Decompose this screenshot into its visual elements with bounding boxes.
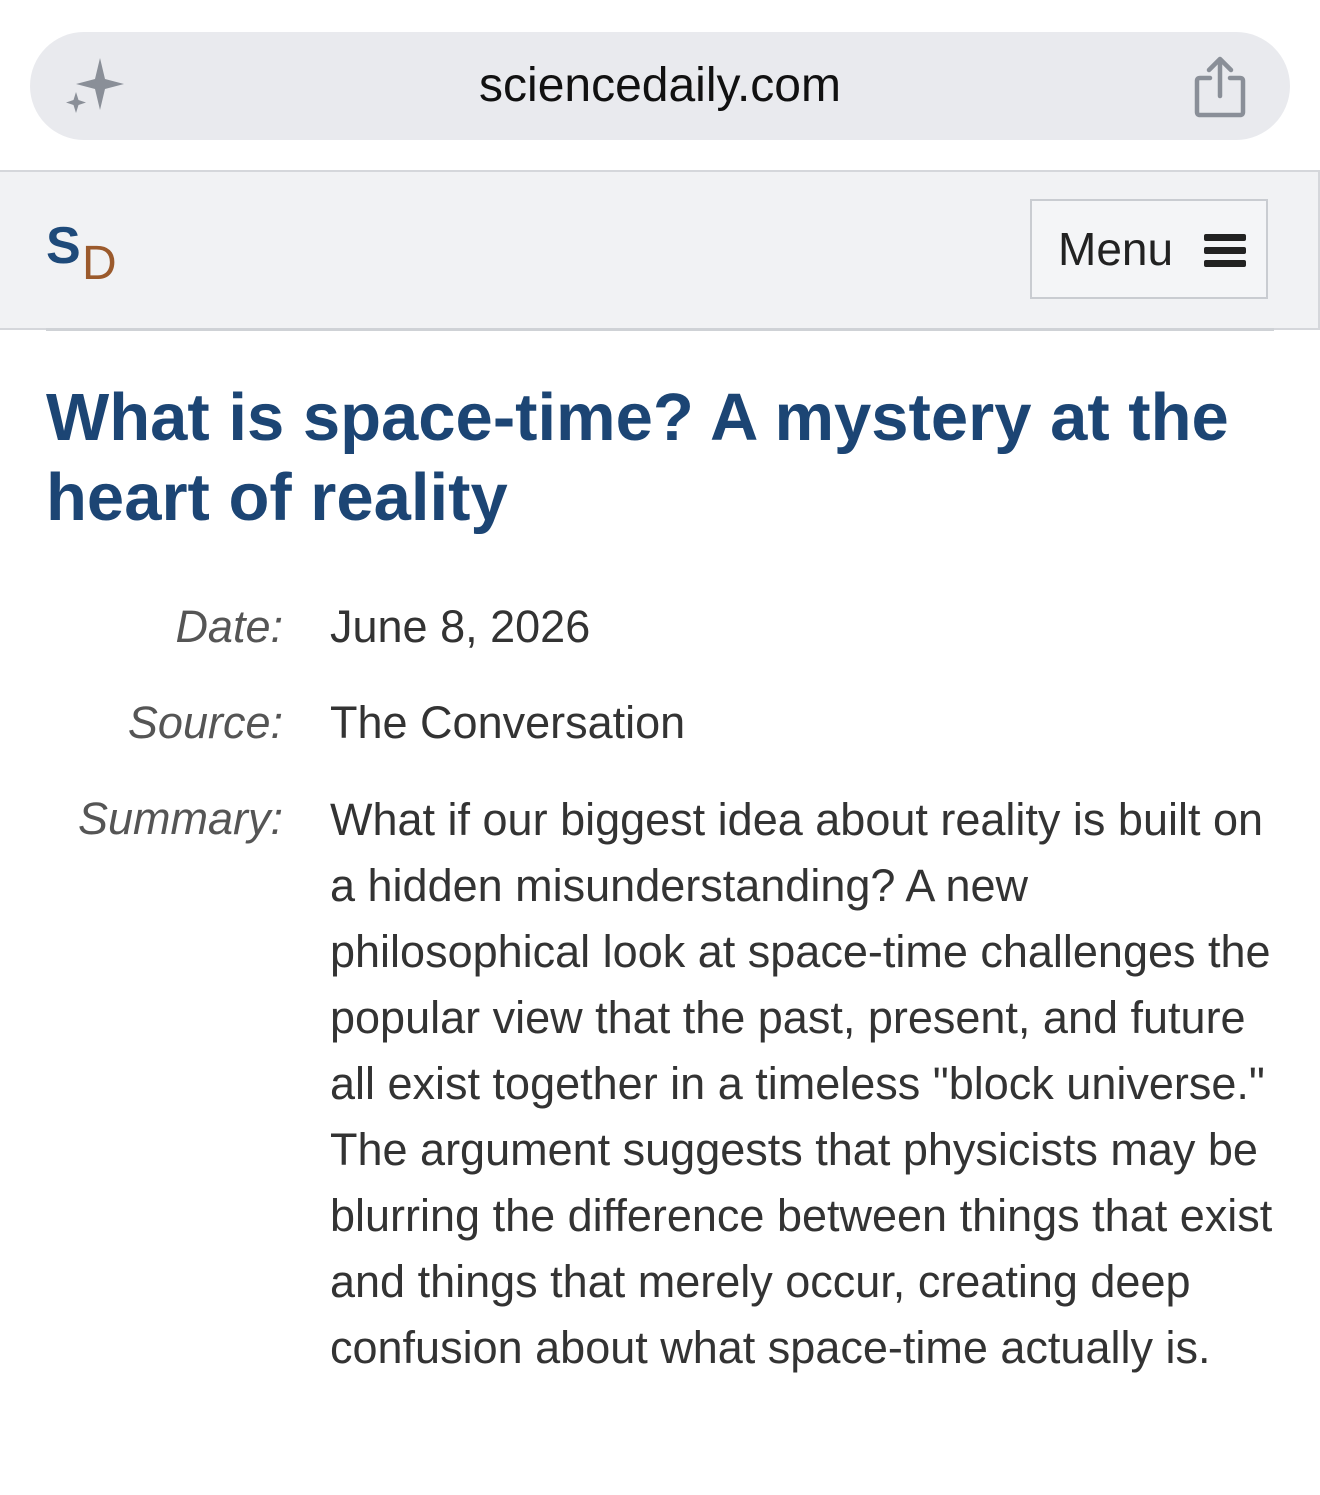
menu-button[interactable]: Menu bbox=[1030, 199, 1268, 299]
article-title: What is space-time? A mystery at the hea… bbox=[46, 380, 1229, 535]
logo-letter-s: S bbox=[46, 217, 81, 275]
sciencedaily-logo[interactable]: S D bbox=[46, 216, 136, 296]
address-bar[interactable]: sciencedaily.com bbox=[30, 32, 1290, 140]
logo-letter-d: D bbox=[82, 237, 117, 290]
browser-toolbar: sciencedaily.com bbox=[0, 0, 1320, 170]
menu-label: Menu bbox=[1058, 223, 1174, 275]
source-value: The Conversation bbox=[330, 697, 686, 748]
summary-label: Summary: bbox=[77, 793, 283, 844]
url-text[interactable]: sciencedaily.com bbox=[30, 32, 1290, 140]
header-divider bbox=[46, 328, 1274, 331]
hamburger-icon bbox=[1204, 234, 1246, 268]
share-icon[interactable] bbox=[1192, 56, 1248, 120]
sparkle-icon[interactable] bbox=[60, 52, 130, 122]
summary-text: What if our biggest idea about reality i… bbox=[330, 794, 1273, 1373]
date-value: June 8, 2026 bbox=[330, 601, 591, 652]
date-label: Date: bbox=[175, 601, 283, 652]
site-header: S D Menu bbox=[0, 170, 1320, 330]
source-label: Source: bbox=[127, 697, 283, 748]
